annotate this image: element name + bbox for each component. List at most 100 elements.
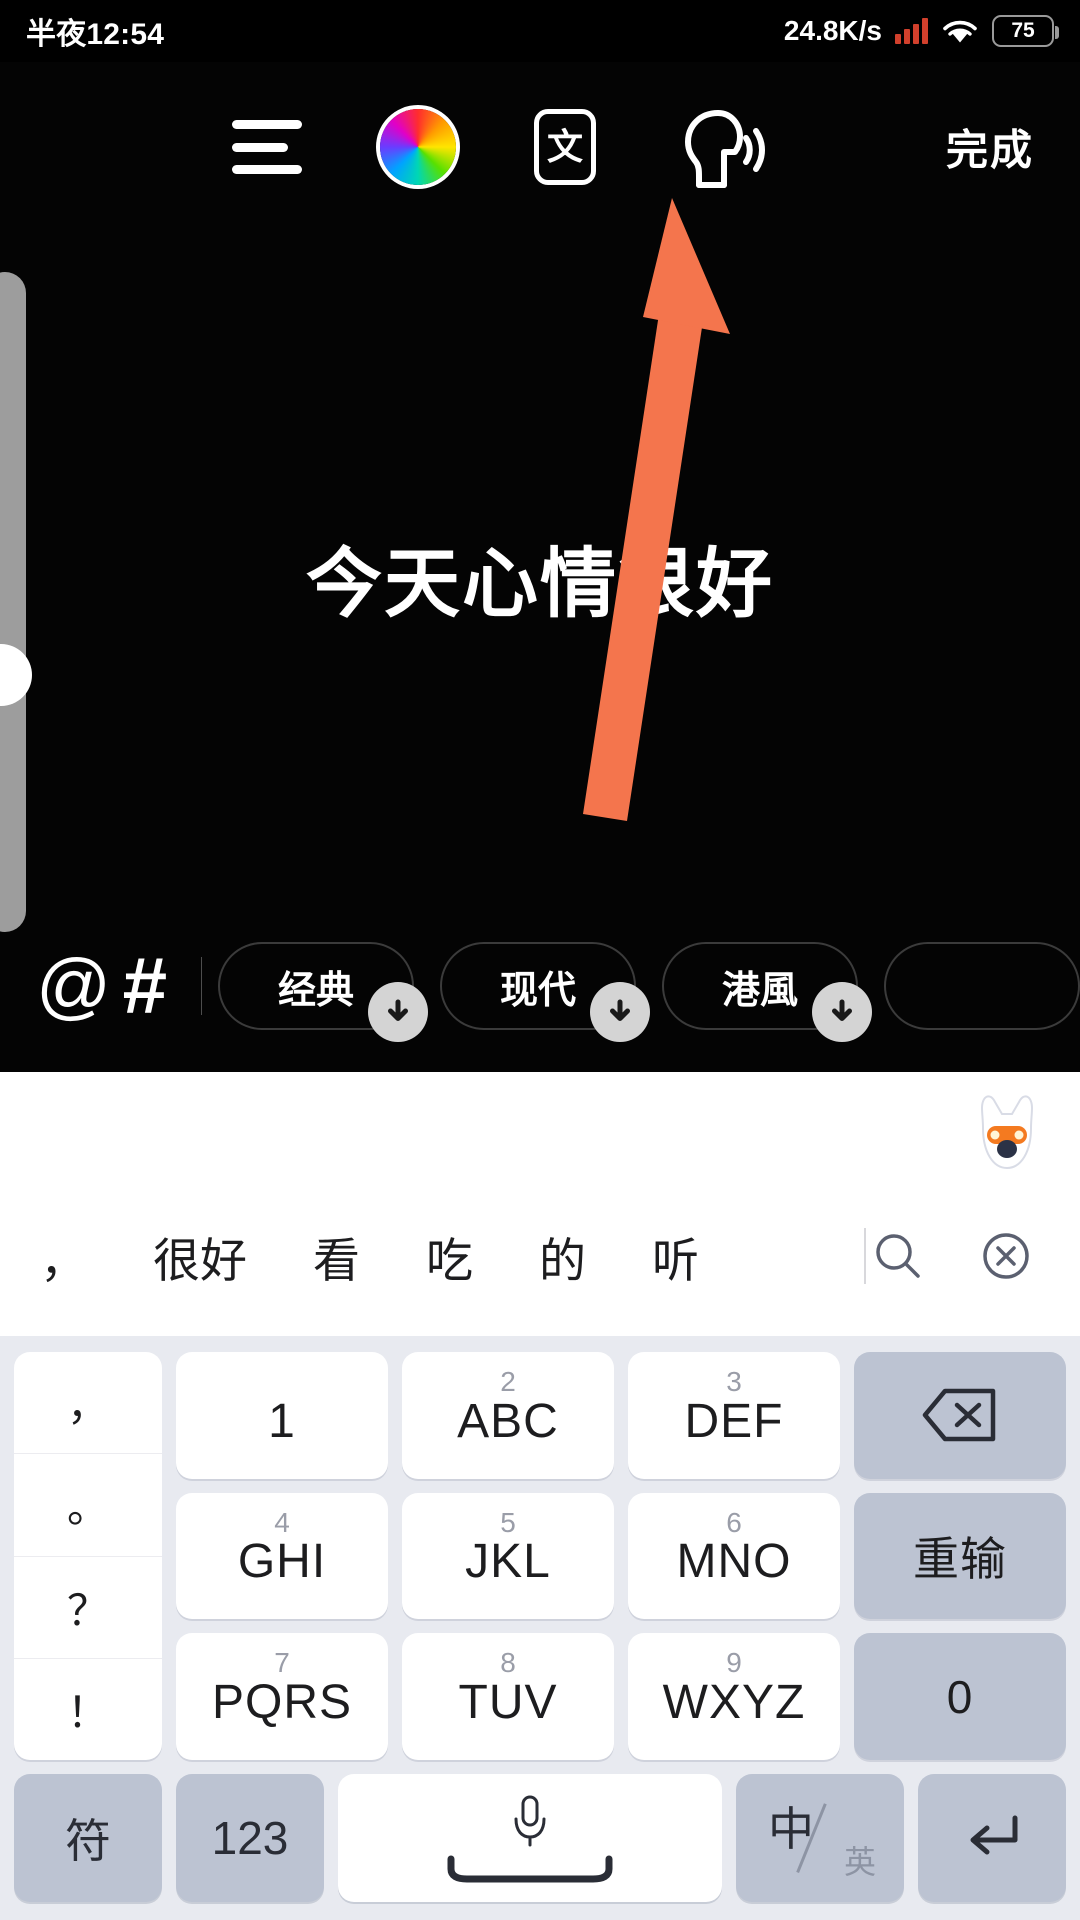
keyboard-panel: ， 很好 看 吃 的 听 ， 。 ？ ！ 1 2 ABC 3 DEF 4 GHI…: [0, 1072, 1080, 1920]
key-reinput[interactable]: 重输: [854, 1492, 1066, 1620]
align-lines-icon: [232, 120, 302, 174]
key-label: TUV: [458, 1676, 558, 1730]
close-circle-icon[interactable]: [978, 1228, 1034, 1284]
keyboard-logo-row: [0, 1072, 1080, 1200]
key-0[interactable]: 0: [854, 1633, 1066, 1760]
text-style-icon: 文: [534, 109, 596, 185]
key-label: PQRS: [211, 1676, 353, 1730]
punct-key-question[interactable]: ？: [14, 1557, 162, 1659]
t9-grid: 1 2 ABC 3 DEF 4 GHI 5 JKL 6 MNO 重输 7 PQR…: [176, 1352, 1066, 1760]
key-7-pqrs[interactable]: 7 PQRS: [176, 1633, 388, 1760]
key-2-abc[interactable]: 2 ABC: [402, 1352, 614, 1479]
punct-key-exclaim[interactable]: ！: [14, 1659, 162, 1760]
candidate-item[interactable]: 听: [652, 1222, 699, 1291]
align-button[interactable]: [232, 120, 302, 174]
key-5-jkl[interactable]: 5 JKL: [402, 1492, 614, 1620]
battery-icon: 75: [992, 15, 1059, 47]
wifi-icon: [943, 20, 977, 43]
key-3-def[interactable]: 3 DEF: [628, 1352, 840, 1479]
key-language-toggle[interactable]: 中 英: [736, 1774, 904, 1902]
text-to-speech-button[interactable]: [674, 105, 766, 189]
candidate-item[interactable]: 很好: [153, 1222, 247, 1291]
candidate-list: ， 很好 看 吃 的 听: [40, 1222, 864, 1291]
font-chip-modern[interactable]: 现代: [440, 942, 650, 1042]
download-icon[interactable]: [590, 982, 650, 1042]
key-number: 3: [726, 1366, 742, 1397]
divider: [200, 957, 202, 1015]
key-4-ghi[interactable]: 4 GHI: [176, 1492, 388, 1620]
key-label: ABC: [457, 1394, 559, 1448]
font-chip-next[interactable]: [884, 942, 1080, 1030]
key-number: 5: [500, 1506, 516, 1538]
key-numeric[interactable]: 123: [176, 1774, 324, 1902]
punct-key-comma[interactable]: ，: [14, 1352, 162, 1455]
font-chip-hongkong[interactable]: 港風: [662, 942, 872, 1042]
lang-secondary-label: 英: [843, 1844, 876, 1880]
key-symbols[interactable]: 符: [14, 1774, 162, 1902]
punctuation-column: ， 。 ？ ！: [14, 1352, 162, 1760]
candidate-item[interactable]: 的: [539, 1222, 586, 1291]
color-wheel-icon: [380, 109, 456, 185]
text-to-speech-icon: [684, 110, 765, 188]
candidate-item[interactable]: ，: [40, 1222, 87, 1291]
key-label: GHI: [237, 1535, 327, 1589]
key-9-wxyz[interactable]: 9 WXYZ: [628, 1633, 840, 1760]
key-number: 6: [726, 1506, 742, 1538]
key-label: MNO: [676, 1535, 792, 1589]
key-6-mno[interactable]: 6 MNO: [628, 1492, 840, 1620]
keypad-main: ， 。 ？ ！ 1 2 ABC 3 DEF 4 GHI 5 JKL 6 MNO …: [14, 1352, 1066, 1760]
search-icon[interactable]: [870, 1228, 926, 1284]
battery-level-text: 75: [1011, 19, 1035, 42]
status-indicators: 24.8K/s 75: [783, 15, 1059, 47]
hashtag-icon[interactable]: #: [111, 946, 178, 1026]
color-button[interactable]: [380, 109, 456, 185]
candidate-item[interactable]: 吃: [426, 1222, 473, 1291]
done-button[interactable]: 完成: [946, 117, 1034, 178]
key-label: DEF: [684, 1394, 784, 1448]
key-label: 0: [946, 1670, 974, 1723]
font-chip-classic[interactable]: 经典: [218, 942, 428, 1042]
font-style-button[interactable]: 文: [534, 109, 596, 185]
font-chip-label: 现代: [499, 969, 576, 1012]
font-chip-list: 经典 现代 港風: [218, 942, 1080, 1042]
mention-icon[interactable]: @: [36, 949, 111, 1023]
key-number: 4: [274, 1506, 290, 1538]
keypad: ， 。 ？ ！ 1 2 ABC 3 DEF 4 GHI 5 JKL 6 MNO …: [0, 1336, 1080, 1920]
punct-key-period[interactable]: 。: [14, 1454, 162, 1557]
key-label: 1: [268, 1394, 296, 1448]
candidate-tools: [870, 1228, 1080, 1284]
sogou-fox-logo-icon[interactable]: [968, 1090, 1046, 1176]
phone-screen: 半夜12:54 24.8K/s 75 今天心情很好 @ # 经典 现代 港風 文…: [0, 0, 1080, 1920]
return-icon: [970, 1815, 1018, 1855]
editor-toolbar: 文 完成: [0, 92, 1080, 202]
backspace-icon: [922, 1389, 996, 1442]
candidate-item[interactable]: 看: [313, 1222, 360, 1291]
key-backspace[interactable]: [854, 1352, 1066, 1479]
key-number: 2: [500, 1366, 516, 1397]
status-time: 半夜12:54: [26, 18, 165, 51]
key-space[interactable]: [338, 1774, 722, 1902]
font-chip-label: 经典: [277, 969, 354, 1012]
key-1[interactable]: 1: [176, 1352, 388, 1479]
candidate-bar: ， 很好 看 吃 的 听: [0, 1200, 1080, 1312]
key-number: 9: [726, 1647, 742, 1679]
keypad-bottom-row: 符 123 中 英: [14, 1774, 1066, 1902]
divider: [864, 1228, 866, 1284]
status-bar: 半夜12:54 24.8K/s 75: [0, 0, 1080, 62]
key-label: JKL: [465, 1535, 551, 1589]
key-label: 重输: [913, 1532, 1007, 1585]
key-8-tuv[interactable]: 8 TUV: [402, 1633, 614, 1760]
caption-text[interactable]: 今天心情很好: [0, 522, 1080, 632]
download-icon[interactable]: [368, 982, 428, 1042]
font-chip-label: 港風: [721, 969, 798, 1012]
signal-bars-icon: [895, 18, 928, 44]
download-icon[interactable]: [812, 982, 872, 1042]
key-return[interactable]: [918, 1774, 1066, 1902]
space-bar-icon: [447, 1855, 613, 1883]
slider-handle[interactable]: [0, 644, 32, 706]
network-speed-text: 24.8K/s: [783, 15, 882, 46]
font-style-bar: @ # 经典 现代 港風: [0, 926, 1080, 1046]
editor-canvas[interactable]: 今天心情很好 @ # 经典 现代 港風: [0, 62, 1080, 1072]
language-toggle-inner: 中 英: [764, 1795, 876, 1881]
key-number: 7: [274, 1647, 290, 1679]
